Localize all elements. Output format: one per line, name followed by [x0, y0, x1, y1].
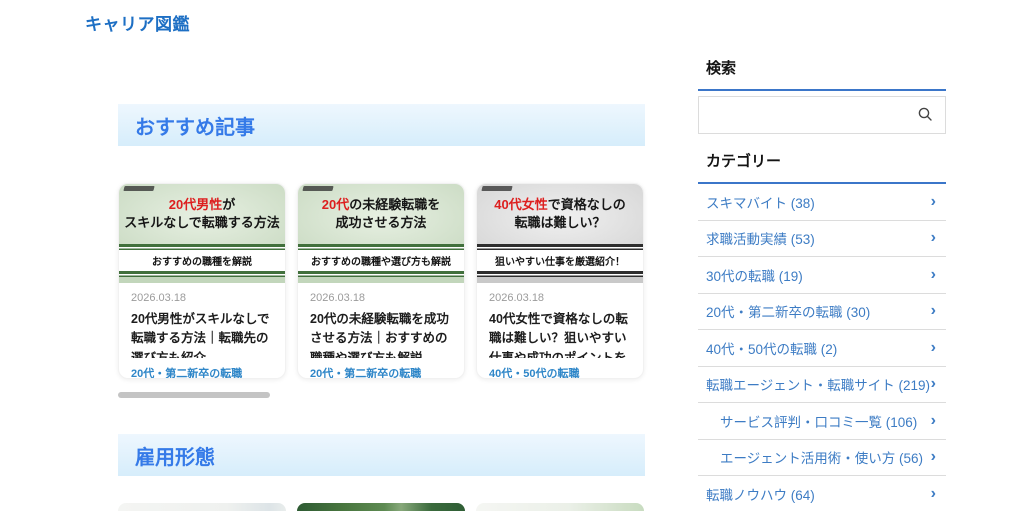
employment-cards-row [118, 503, 645, 511]
category-link-child[interactable]: サービス評判・口コミ一覧 (106) › [698, 403, 946, 440]
thumbnail-subtitle-band: おすすめの職種を解説 [119, 250, 285, 271]
chevron-right-icon: › [931, 376, 936, 392]
article-card[interactable]: 20代男性が スキルなしで転職する方法 おすすめの職種を解説 2026.03.1… [118, 183, 286, 379]
search-box [698, 96, 946, 134]
main-column: おすすめ記事 20代男性が スキルなしで転職する方法 おすすめの職種を解説 20… [118, 104, 645, 511]
chevron-right-icon: › [931, 194, 936, 210]
recommended-cards-row: 20代男性が スキルなしで転職する方法 おすすめの職種を解説 2026.03.1… [118, 183, 645, 379]
category-list: スキマバイト (38) › 求職活動実績 (53) › 30代の転職 (19) … [698, 184, 946, 511]
search-icon [917, 106, 933, 125]
chevron-right-icon: › [931, 486, 936, 502]
thumbnail-headline-line2: スキルなしで転職する方法 [124, 214, 280, 232]
thumbnail-headline: 20代の未経験転職を 成功させる方法 [298, 184, 464, 244]
article-thumbnail-partial[interactable] [476, 503, 644, 511]
search-button[interactable] [905, 97, 945, 133]
category-link[interactable]: スキマバイト (38) › [698, 184, 946, 221]
chevron-right-icon: › [931, 303, 936, 319]
thumbnail-watermark-logo [123, 186, 154, 191]
categories-section-heading: カテゴリー [698, 150, 946, 184]
article-thumbnail: 20代の未経験転職を 成功させる方法 おすすめの職種や選び方も解説 [298, 184, 464, 283]
category-label: スキマバイト (38) [706, 192, 815, 212]
horizontal-scrollbar-thumb[interactable] [118, 392, 270, 398]
category-link[interactable]: 転職ノウハウ (64) › [698, 476, 946, 511]
section-heading-employment: 雇用形態 [118, 434, 645, 476]
article-thumbnail: 40代女性で資格なしの 転職は難しい？ 狙いやすい仕事を厳選紹介！ [477, 184, 643, 283]
chevron-right-icon: › [931, 413, 936, 429]
article-category-link[interactable]: 40代・50代の転職 [489, 365, 631, 379]
site-title[interactable]: キャリア図鑑 [85, 10, 190, 35]
sidebar: 検索 カテゴリー スキマバイト (38) › 求職活動実績 (53) › 30代… [698, 57, 946, 511]
chevron-right-icon: › [931, 449, 936, 465]
category-label: サービス評判・口コミ一覧 (106) [720, 411, 917, 431]
search-input[interactable] [699, 97, 905, 133]
thumbnail-watermark-logo [481, 186, 512, 191]
thumbnail-footer-strip [477, 277, 643, 283]
chevron-right-icon: › [931, 267, 936, 283]
thumbnail-subtitle-band: おすすめの職種や選び方も解説 [298, 250, 464, 271]
article-title-link[interactable]: 40代女性で資格なしの転職は難しい？狙いやすい仕事や成功のポイントを解説 [489, 310, 631, 358]
section-heading-recommended: おすすめ記事 [118, 104, 645, 146]
thumbnail-headline-line2: 転職は難しい？ [514, 214, 605, 232]
category-link[interactable]: 求職活動実績 (53) › [698, 221, 946, 258]
search-section-heading: 検索 [698, 57, 946, 91]
category-label: 求職活動実績 (53) [706, 228, 815, 248]
thumbnail-headline-rest: で資格なしの [548, 197, 626, 212]
article-category-link[interactable]: 20代・第二新卒の転職 [310, 365, 452, 379]
article-title-link[interactable]: 20代の未経験転職を成功させる方法｜おすすめの職種や選び方も解説 [310, 310, 452, 358]
article-date: 2026.03.18 [131, 292, 273, 304]
article-thumbnail: 20代男性が スキルなしで転職する方法 おすすめの職種を解説 [119, 184, 285, 283]
chevron-right-icon: › [931, 340, 936, 356]
thumbnail-headline-line2: 成功させる方法 [335, 214, 426, 232]
category-label: 転職ノウハウ (64) [706, 484, 815, 504]
article-date: 2026.03.18 [489, 292, 631, 304]
article-card-body: 2026.03.18 20代の未経験転職を成功させる方法｜おすすめの職種や選び方… [298, 283, 464, 379]
category-label: 転職エージェント・転職サイト (219) [706, 374, 930, 394]
category-label: 40代・50代の転職 (2) [706, 338, 837, 358]
category-link-child[interactable]: エージェント活用術・使い方 (56) › [698, 440, 946, 477]
article-card[interactable]: 40代女性で資格なしの 転職は難しい？ 狙いやすい仕事を厳選紹介！ 2026.0… [476, 183, 644, 379]
thumbnail-headline: 40代女性で資格なしの 転職は難しい？ [477, 184, 643, 244]
category-link[interactable]: 転職エージェント・転職サイト (219) › [698, 367, 946, 404]
thumbnail-headline-rest: が [222, 197, 235, 212]
category-label: 20代・第二新卒の転職 (30) [706, 301, 870, 321]
thumbnail-subtitle-band: 狙いやすい仕事を厳選紹介！ [477, 250, 643, 271]
thumbnail-headline-rest: の未経験転職を [349, 197, 440, 212]
article-category-link[interactable]: 20代・第二新卒の転職 [131, 365, 273, 379]
article-thumbnail-partial[interactable] [118, 503, 286, 511]
chevron-right-icon: › [931, 230, 936, 246]
thumbnail-headline-emphasis: 20代 [322, 197, 349, 212]
article-card-body: 2026.03.18 20代男性がスキルなしで転職する方法｜転職先の選び方も紹介… [119, 283, 285, 379]
article-title-link[interactable]: 20代男性がスキルなしで転職する方法｜転職先の選び方も紹介 [131, 310, 273, 358]
thumbnail-headline-emphasis: 20代男性 [169, 197, 222, 212]
article-date: 2026.03.18 [310, 292, 452, 304]
article-card[interactable]: 20代の未経験転職を 成功させる方法 おすすめの職種や選び方も解説 2026.0… [297, 183, 465, 379]
thumbnail-footer-strip [119, 277, 285, 283]
category-link[interactable]: 20代・第二新卒の転職 (30) › [698, 294, 946, 331]
category-label: エージェント活用術・使い方 (56) [720, 447, 923, 467]
article-card-body: 2026.03.18 40代女性で資格なしの転職は難しい？狙いやすい仕事や成功の… [477, 283, 643, 379]
category-link[interactable]: 40代・50代の転職 (2) › [698, 330, 946, 367]
thumbnail-footer-strip [298, 277, 464, 283]
thumbnail-watermark-logo [302, 186, 333, 191]
thumbnail-headline: 20代男性が スキルなしで転職する方法 [119, 184, 285, 244]
article-thumbnail-partial[interactable] [297, 503, 465, 511]
thumbnail-headline-emphasis: 40代女性 [494, 197, 547, 212]
category-link[interactable]: 30代の転職 (19) › [698, 257, 946, 294]
category-label: 30代の転職 (19) [706, 265, 803, 285]
